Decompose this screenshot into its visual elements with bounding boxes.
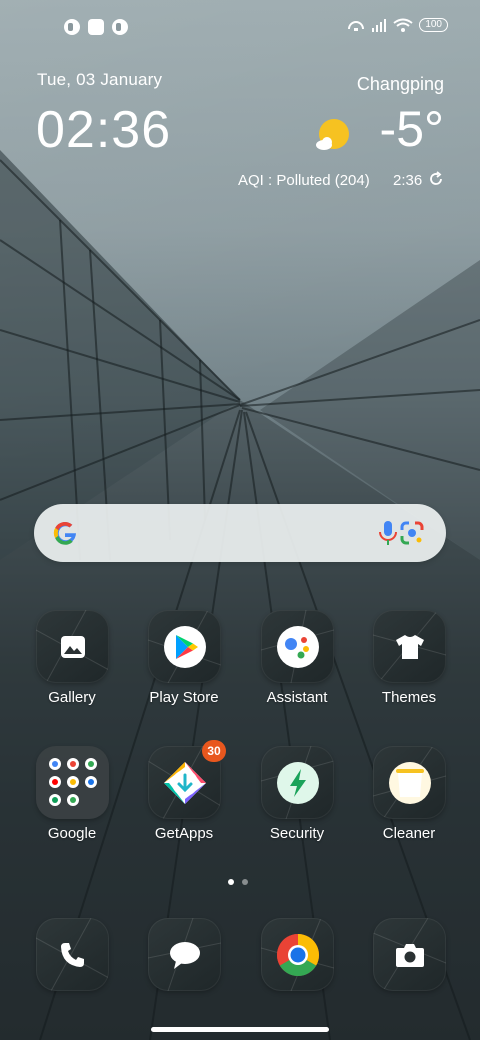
lens-icon[interactable]	[399, 520, 425, 546]
app-label: Play Store	[149, 689, 219, 706]
clock-time[interactable]: 02:36	[36, 100, 171, 160]
app-label: Google	[47, 825, 97, 842]
drive-mini-icon	[49, 794, 61, 806]
notification-icon	[64, 19, 80, 35]
dock-messages[interactable]	[129, 918, 239, 1028]
folder-tile[interactable]	[36, 746, 109, 819]
wifi-icon	[393, 18, 413, 32]
app-tile[interactable]	[148, 918, 221, 991]
app-tile[interactable]	[373, 610, 446, 683]
files-mini-icon	[67, 794, 79, 806]
mic-icon[interactable]	[375, 519, 401, 547]
weather-city[interactable]: Changping	[357, 74, 444, 95]
status-bar: 100	[0, 0, 480, 56]
app-label: Cleaner	[382, 825, 436, 842]
app-label: Assistant	[266, 689, 328, 706]
duo-mini-icon	[85, 776, 97, 788]
app-tile[interactable]	[261, 610, 334, 683]
app-themes[interactable]: Themes	[354, 610, 464, 720]
page-dot[interactable]	[242, 879, 248, 885]
folder-app-icons	[49, 758, 97, 806]
app-tile[interactable]	[36, 918, 109, 991]
weather-temperature[interactable]: -5°	[380, 100, 444, 158]
app-getapps[interactable]: GetApps	[129, 746, 239, 856]
square-notification-icon	[88, 19, 104, 35]
gallery-icon	[60, 635, 85, 658]
dock-camera[interactable]	[354, 918, 464, 1028]
app-assistant[interactable]: Assistant	[242, 610, 352, 720]
folder-google[interactable]: Google	[17, 746, 127, 856]
assistant-icon	[276, 625, 319, 668]
weather-updated-time: 2:36	[393, 172, 423, 189]
aqi-text: AQI : Polluted (204)	[238, 172, 370, 189]
cleaner-icon	[388, 761, 431, 804]
app-play-store[interactable]: Play Store	[129, 610, 239, 720]
page-indicator[interactable]	[228, 879, 248, 885]
google-logo-icon	[53, 521, 76, 545]
app-tile[interactable]	[373, 918, 446, 991]
maps-mini-icon	[85, 758, 97, 770]
app-label: Themes	[381, 689, 437, 706]
app-label: Security	[269, 825, 325, 842]
chrome-icon	[276, 933, 319, 976]
app-security[interactable]: Security	[242, 746, 352, 856]
system-icons: 100	[347, 18, 448, 32]
getapps-icon	[163, 761, 206, 804]
notification-icon	[112, 19, 128, 35]
messages-icon	[169, 941, 200, 969]
home-indicator[interactable]	[151, 1027, 329, 1032]
security-icon	[276, 761, 319, 804]
app-tile[interactable]	[373, 746, 446, 819]
partly-cloudy-icon	[316, 119, 349, 150]
app-tile[interactable]	[148, 610, 221, 683]
page-dot-current[interactable]	[228, 879, 234, 885]
phone-icon	[60, 942, 84, 967]
youtube-mini-icon	[49, 776, 61, 788]
google-mini-icon	[49, 758, 61, 770]
gmail-mini-icon	[67, 758, 79, 770]
app-tile[interactable]	[261, 746, 334, 819]
app-gallery[interactable]: Gallery	[17, 610, 127, 720]
camera-icon	[395, 943, 424, 967]
dock-phone[interactable]	[17, 918, 127, 1028]
app-cleaner[interactable]: Cleaner	[354, 746, 464, 856]
dock-chrome[interactable]	[242, 918, 352, 1028]
date-text[interactable]: Tue, 03 January	[37, 70, 162, 90]
app-label: GetApps	[154, 825, 214, 842]
photos-mini-icon	[67, 776, 79, 788]
notification-icons	[64, 19, 128, 35]
google-search-bar[interactable]	[34, 504, 446, 562]
signal-icon	[372, 19, 387, 32]
hotspot-icon	[348, 21, 365, 31]
app-label: Gallery	[48, 689, 96, 706]
refresh-icon[interactable]	[428, 171, 444, 187]
app-tile[interactable]	[36, 610, 109, 683]
play-store-icon	[163, 625, 206, 668]
notification-badge: 30	[202, 740, 226, 762]
battery-indicator: 100	[419, 18, 448, 32]
themes-icon	[395, 634, 424, 659]
app-tile[interactable]	[261, 918, 334, 991]
